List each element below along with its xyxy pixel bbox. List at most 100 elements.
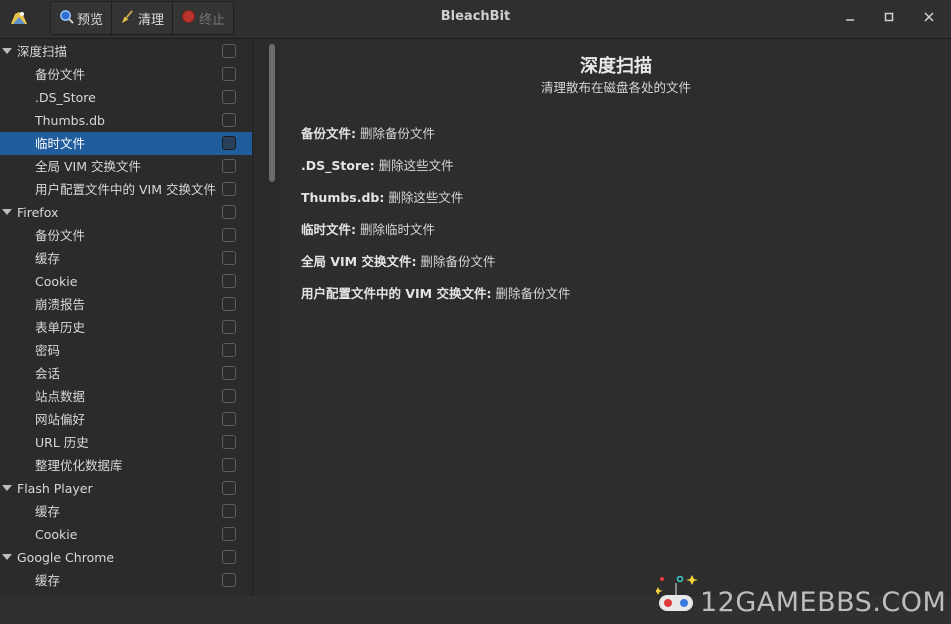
tree-row-checkbox[interactable]: [222, 435, 236, 449]
option-name: 备份文件:: [301, 126, 356, 141]
tree-row-checkbox[interactable]: [222, 458, 236, 472]
tree-row-checkbox[interactable]: [222, 343, 236, 357]
option-description: Thumbs.db: 删除这些文件: [301, 187, 463, 206]
tree-row-checkbox[interactable]: [222, 366, 236, 380]
clean-label: 清理: [138, 12, 165, 28]
option-description: .DS_Store: 删除这些文件: [301, 155, 454, 174]
tree-option-row[interactable]: 备份文件: [0, 63, 252, 86]
option-description: 临时文件: 删除临时文件: [301, 219, 435, 238]
tree-option-row[interactable]: 缓存: [0, 247, 252, 270]
tree-row-checkbox[interactable]: [222, 274, 236, 288]
stop-icon: [181, 9, 196, 28]
toolbar: 预览 清理 终止: [50, 1, 235, 35]
option-name: Thumbs.db:: [301, 190, 385, 205]
clean-button[interactable]: 清理: [112, 2, 174, 34]
tree-row-checkbox[interactable]: [222, 90, 236, 104]
description-panel: 深度扫描 清理散布在磁盘各处的文件 备份文件: 删除备份文件 .DS_Store…: [281, 40, 951, 596]
tree-group-row[interactable]: Flash Player: [0, 477, 252, 500]
tree-row-label: Cookie: [35, 274, 78, 289]
option-text: 删除临时文件: [356, 222, 435, 237]
minimize-button[interactable]: [839, 8, 861, 28]
tree-option-row[interactable]: 缓存: [0, 500, 252, 523]
bleachbit-app-icon[interactable]: [10, 10, 28, 26]
tree-row-label: .DS_Store: [35, 90, 96, 105]
tree-group-row[interactable]: 深度扫描: [0, 40, 252, 63]
tree-option-row[interactable]: 临时文件: [0, 132, 252, 155]
close-icon: [924, 10, 934, 26]
tree-option-row[interactable]: 缓存: [0, 569, 252, 592]
tree-row-label: 备份文件: [35, 67, 86, 82]
tree-option-row[interactable]: 站点数据: [0, 385, 252, 408]
option-name: 用户配置文件中的 VIM 交换文件:: [301, 286, 492, 301]
tree-row-label: 全局 VIM 交换文件: [35, 159, 141, 174]
tree-row-checkbox[interactable]: [222, 527, 236, 541]
expander-arrow-icon[interactable]: [2, 485, 12, 491]
expander-arrow-icon[interactable]: [2, 209, 12, 215]
tree-row-checkbox[interactable]: [222, 44, 236, 58]
preview-button[interactable]: 预览: [51, 2, 113, 34]
tree-row-checkbox[interactable]: [222, 573, 236, 587]
tree-row-checkbox[interactable]: [222, 504, 236, 518]
tree-row-checkbox[interactable]: [222, 412, 236, 426]
tree-row-checkbox[interactable]: [222, 320, 236, 334]
abort-button[interactable]: 终止: [173, 2, 233, 34]
expander-arrow-icon[interactable]: [2, 48, 12, 54]
tree-row-label: Firefox: [17, 205, 59, 220]
tree-row-checkbox[interactable]: [222, 136, 236, 150]
tree-scrollbar-thumb[interactable]: [269, 44, 275, 182]
tree-option-row[interactable]: 崩溃报告: [0, 293, 252, 316]
cleaner-tree: 深度扫描备份文件 .DS_Store Thumbs.db 临时文件全局 VIM 交换文…: [0, 40, 252, 596]
broom-icon: [120, 9, 135, 28]
tree-option-row[interactable]: Cookie: [0, 523, 252, 546]
tree-option-row[interactable]: 用户配置文件中的 VIM 交换文件: [0, 178, 252, 201]
tree-option-row[interactable]: 全局 VIM 交换文件: [0, 155, 252, 178]
tree-row-label: Thumbs.db: [35, 113, 105, 128]
tree-option-row[interactable]: Thumbs.db: [0, 109, 252, 132]
tree-row-checkbox[interactable]: [222, 113, 236, 127]
tree-row-checkbox[interactable]: [222, 251, 236, 265]
page-title: 深度扫描: [580, 56, 652, 77]
tree-row-label: Cookie: [35, 527, 78, 542]
tree-row-label: 备份文件: [35, 228, 86, 243]
maximize-button[interactable]: [878, 8, 900, 28]
tree-row-checkbox[interactable]: [222, 159, 236, 173]
option-text: 删除备份文件: [491, 286, 571, 301]
tree-row-label: 站点数据: [35, 389, 86, 404]
tree-row-label: 会话: [35, 366, 61, 381]
tree-row-label: 密码: [35, 343, 61, 358]
close-button[interactable]: [918, 8, 940, 28]
tree-row-checkbox[interactable]: [222, 297, 236, 311]
tree-row-checkbox[interactable]: [222, 67, 236, 81]
tree-row-checkbox[interactable]: [222, 182, 236, 196]
tree-row-label: 崩溃报告: [35, 297, 86, 312]
watermark-text: 12GAMEBBS.COM: [700, 587, 947, 618]
tree-option-row[interactable]: URL 历史: [0, 431, 252, 454]
tree-row-label: 缓存: [35, 573, 61, 588]
tree-option-row[interactable]: 会话: [0, 362, 252, 385]
tree-row-checkbox[interactable]: [222, 481, 236, 495]
tree-group-row[interactable]: Firefox: [0, 201, 252, 224]
tree-row-label: Flash Player: [17, 481, 93, 496]
tree-option-row[interactable]: 密码: [0, 339, 252, 362]
tree-option-row[interactable]: .DS_Store: [0, 86, 252, 109]
pane-divider[interactable]: [252, 40, 253, 596]
tree-row-label: URL 历史: [35, 435, 89, 450]
option-name: 全局 VIM 交换文件:: [301, 254, 417, 269]
tree-row-label: 深度扫描: [17, 44, 68, 59]
tree-option-row[interactable]: 整理优化数据库: [0, 454, 252, 477]
tree-row-checkbox[interactable]: [222, 205, 236, 219]
tree-row-checkbox[interactable]: [222, 389, 236, 403]
tree-row-checkbox[interactable]: [222, 550, 236, 564]
tree-row-label: 整理优化数据库: [35, 458, 123, 473]
option-text: 删除备份文件: [356, 126, 435, 141]
tree-option-row[interactable]: 网站偏好: [0, 408, 252, 431]
tree-group-row[interactable]: Google Chrome: [0, 546, 252, 569]
tree-option-row[interactable]: Cookie: [0, 270, 252, 293]
tree-option-row[interactable]: 表单历史: [0, 316, 252, 339]
tree-option-row[interactable]: 备份文件: [0, 224, 252, 247]
tree-row-checkbox[interactable]: [222, 228, 236, 242]
minimize-icon: [845, 10, 855, 26]
expander-arrow-icon[interactable]: [2, 554, 12, 560]
option-description: 备份文件: 删除备份文件: [301, 123, 435, 142]
tree-row-label: 缓存: [35, 251, 61, 266]
